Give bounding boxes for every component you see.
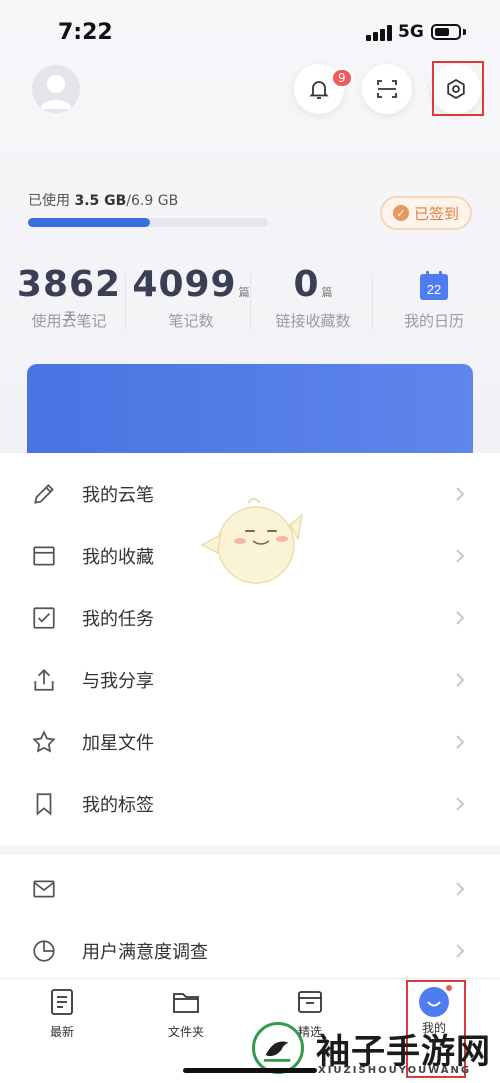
chevron-right-icon	[456, 487, 465, 501]
scan-button[interactable]	[362, 64, 412, 114]
status-time: 7:22	[58, 20, 113, 45]
archive-box-icon	[33, 546, 55, 566]
star-icon	[32, 730, 56, 753]
share-upload-icon	[34, 669, 54, 691]
home-indicator	[183, 1068, 317, 1073]
stat-notes-count[interactable]: 4099 篇	[132, 264, 250, 305]
stat-link-collections[interactable]: 0篇	[258, 264, 368, 305]
notification-badge: 9	[331, 68, 353, 88]
tab-folders[interactable]: 文件夹	[146, 987, 226, 1040]
signin-badge[interactable]: ✓ 已签到	[380, 196, 472, 230]
storage-progress-fill	[28, 218, 151, 227]
promo-banner[interactable]	[27, 364, 473, 464]
mascot-illustration	[200, 498, 304, 584]
watermark-subtext: XIUZISHOUYOUWANG	[318, 1065, 472, 1076]
calendar-day: 22	[427, 282, 441, 297]
avatar[interactable]	[32, 65, 80, 113]
watermark: 袖子手游网 XIUZISHOUYOUWANG	[250, 1018, 500, 1083]
my-calendar-label: 我的日历	[403, 312, 464, 330]
stat-link-collections-label: 链接收藏数	[275, 312, 351, 330]
menu-item-satisfaction-survey[interactable]: 用户满意度调查	[0, 920, 500, 982]
status-bar: 7:22 5G	[0, 0, 500, 60]
scan-icon	[377, 80, 397, 98]
check-icon: ✓	[392, 205, 409, 221]
signin-label: 已签到	[413, 204, 459, 223]
stat-notes-count-label: 笔记数	[168, 312, 214, 330]
checkbox-icon	[33, 607, 55, 629]
pie-chart-icon	[33, 940, 55, 962]
chevron-right-icon	[456, 549, 465, 563]
featured-box-icon	[298, 991, 322, 1013]
menu-item-my-tags[interactable]: 我的标签	[0, 773, 500, 835]
battery-icon	[431, 24, 461, 40]
watermark-logo	[252, 1022, 304, 1074]
network-type: 5G	[398, 22, 424, 42]
envelope-icon	[33, 880, 55, 898]
chevron-right-icon	[456, 882, 465, 896]
chevron-right-icon	[456, 944, 465, 958]
pencil-icon	[34, 484, 54, 504]
menu-item-messages[interactable]	[0, 858, 500, 920]
section-separator	[0, 845, 500, 855]
menu-item-starred-files[interactable]: 加星文件	[0, 711, 500, 773]
document-icon	[51, 989, 73, 1015]
chevron-right-icon	[456, 735, 465, 749]
menu-item-shared-with-me[interactable]: 与我分享	[0, 649, 500, 711]
chevron-right-icon	[456, 797, 465, 811]
bell-icon	[309, 81, 329, 99]
storage-usage-text: 已使用 3.5 GB/6.9 GB	[28, 193, 179, 209]
calendar-icon[interactable]: 22	[418, 270, 450, 302]
settings-highlight	[432, 61, 484, 116]
bookmark-icon	[36, 793, 52, 816]
storage-progress-bar	[28, 218, 268, 227]
stat-usage-days-label: 使用云笔记	[31, 312, 107, 330]
folder-icon	[173, 993, 199, 1013]
chevron-right-icon	[456, 611, 465, 625]
chevron-right-icon	[456, 673, 465, 687]
menu-item-my-tasks[interactable]: 我的任务	[0, 587, 500, 649]
signal-icon	[366, 25, 392, 41]
tab-latest[interactable]: 最新	[22, 987, 102, 1040]
